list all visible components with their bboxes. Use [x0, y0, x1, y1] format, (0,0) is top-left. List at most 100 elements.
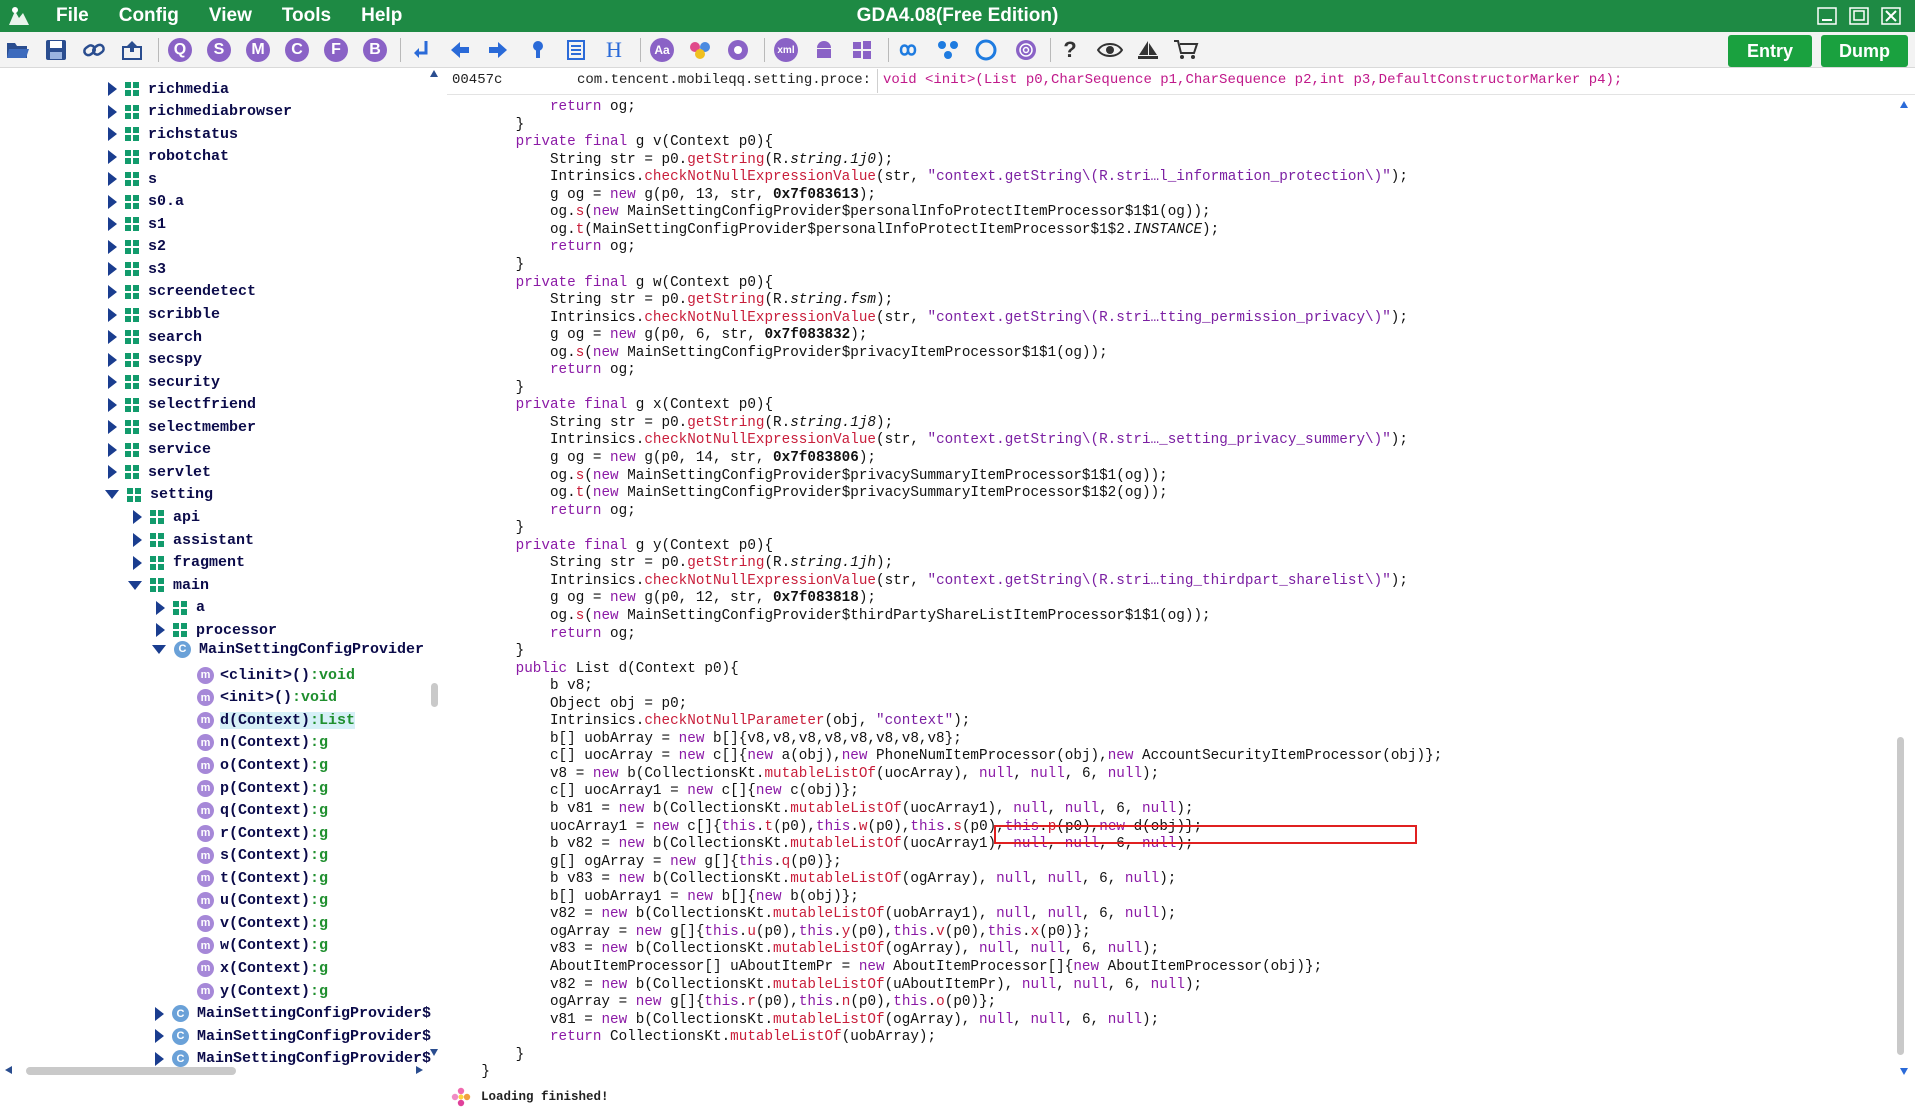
tree-item-package[interactable]: a — [156, 597, 205, 619]
code-line[interactable]: v81 = new b(CollectionsKt.mutableListOf(… — [447, 1011, 1159, 1029]
menu-help[interactable]: Help — [361, 0, 402, 32]
code-line[interactable]: private final g x(Context p0){ — [447, 396, 773, 414]
dump-button[interactable]: Dump — [1821, 35, 1908, 67]
close-icon[interactable] — [1881, 7, 1901, 25]
code-line[interactable]: b v81 = new b(CollectionsKt.mutableListO… — [447, 800, 1194, 818]
code-line[interactable]: g og = new g(p0, 6, str, 0x7f083832); — [447, 326, 867, 344]
expand-arrow-icon[interactable] — [108, 420, 117, 435]
expand-arrow-icon[interactable] — [108, 239, 117, 254]
code-line[interactable]: v82 = new b(CollectionsKt.mutableListOf(… — [447, 905, 1176, 923]
menu-config[interactable]: Config — [119, 0, 179, 32]
bookmark-icon[interactable]: B — [361, 36, 389, 64]
goto-entry-icon[interactable] — [408, 36, 436, 64]
code-line[interactable]: og.s(new MainSettingConfigProvider$priva… — [447, 467, 1168, 485]
code-scroll-down-icon[interactable] — [1899, 1066, 1909, 1076]
tree-item-inner-class[interactable]: C MainSettingConfigProvider$ — [155, 1025, 431, 1047]
code-line[interactable]: b v83 = new b(CollectionsKt.mutableListO… — [447, 870, 1176, 888]
expand-arrow-icon[interactable] — [108, 82, 117, 96]
expand-arrow-icon[interactable] — [108, 284, 117, 299]
collapse-arrow-icon[interactable] — [152, 644, 166, 654]
code-line[interactable]: } — [447, 1046, 525, 1064]
fingerprint-icon[interactable] — [1012, 36, 1040, 64]
code-vscroll-thumb[interactable] — [1897, 737, 1904, 1055]
code-line[interactable]: Intrinsics.checkNotNullExpressionValue(s… — [447, 309, 1408, 327]
code-line[interactable]: return og; — [447, 502, 636, 520]
infinity-icon[interactable] — [894, 36, 922, 64]
tree-item-package[interactable]: richstatus — [108, 123, 238, 145]
tree-item-package[interactable]: scribble — [108, 304, 220, 326]
expand-arrow-icon[interactable] — [108, 307, 117, 322]
minimize-icon[interactable] — [1817, 7, 1837, 25]
expand-arrow-icon[interactable] — [108, 262, 117, 277]
expand-arrow-icon[interactable] — [156, 600, 165, 615]
tree-item-method[interactable]: m t(Context):g — [197, 867, 328, 889]
code-line[interactable]: String str = p0.getString(R.string.1j0); — [447, 151, 893, 169]
code-line[interactable]: og.t(MainSettingConfigProvider$personalI… — [447, 221, 1219, 239]
tree-item-package[interactable]: richmediabrowser — [108, 101, 292, 123]
expand-arrow-icon[interactable] — [108, 149, 117, 164]
tree-item-method[interactable]: m o(Context):g — [197, 755, 328, 777]
code-line[interactable]: g[] ogArray = new g[]{this.q(p0)}; — [447, 853, 842, 871]
collapse-arrow-icon[interactable] — [105, 490, 119, 500]
tree-item-method[interactable]: m s(Context):g — [197, 845, 328, 867]
tree-item-package[interactable]: s2 — [108, 236, 166, 258]
string-icon[interactable]: S — [205, 36, 233, 64]
scroll-up-icon[interactable] — [429, 69, 439, 79]
code-line[interactable]: g og = new g(p0, 14, str, 0x7f083806); — [447, 449, 876, 467]
maximize-icon[interactable] — [1849, 7, 1869, 25]
code-scroll-up-icon[interactable] — [1899, 100, 1909, 110]
tree-item-package[interactable]: selectmember — [108, 416, 256, 438]
expand-arrow-icon[interactable] — [108, 104, 117, 119]
tree-item-package[interactable]: s3 — [108, 258, 166, 280]
code-line[interactable]: } — [447, 642, 525, 660]
method-icon[interactable]: M — [244, 36, 272, 64]
tree-item-inner-class[interactable]: C MainSettingConfigProvider$ — [155, 1003, 431, 1025]
forward-arrow-icon[interactable] — [484, 36, 512, 64]
code-line[interactable]: g og = new g(p0, 12, str, 0x7f083818); — [447, 589, 876, 607]
code-line[interactable]: return og; — [447, 361, 636, 379]
code-line[interactable]: private final g w(Context p0){ — [447, 274, 773, 292]
scroll-left-icon[interactable] — [4, 1065, 14, 1075]
code-line[interactable]: return og; — [447, 625, 636, 643]
expand-arrow-icon[interactable] — [108, 465, 117, 480]
code-line[interactable]: public List d(Context p0){ — [447, 660, 739, 678]
expand-arrow-icon[interactable] — [108, 352, 117, 367]
settings-gear-icon[interactable] — [724, 36, 752, 64]
tree-item-package[interactable]: security — [108, 371, 220, 393]
tree-vscroll-thumb[interactable] — [431, 683, 438, 707]
expand-arrow-icon[interactable] — [108, 217, 117, 232]
hex-icon[interactable]: H — [600, 36, 628, 64]
code-line[interactable]: private final g y(Context p0){ — [447, 537, 773, 555]
menu-view[interactable]: View — [209, 0, 252, 32]
code-line[interactable]: b[] uobArray1 = new b[]{new b(obj)}; — [447, 888, 859, 906]
code-vertical-scrollbar[interactable] — [1893, 96, 1915, 1080]
code-line[interactable]: ogArray = new g[]{this.r(p0),this.n(p0),… — [447, 993, 996, 1011]
code-view[interactable]: return og; } private final g v(Context p… — [443, 96, 1893, 1080]
expand-arrow-icon[interactable] — [156, 623, 165, 638]
class-path-field[interactable]: com.tencent.mobileqq.setting.proce: — [573, 69, 878, 93]
export-icon[interactable] — [118, 36, 146, 64]
code-line[interactable]: return og; — [447, 98, 636, 116]
code-line[interactable]: return og; — [447, 238, 636, 256]
expand-arrow-icon[interactable] — [108, 397, 117, 412]
tree-item-package[interactable]: robotchat — [108, 146, 229, 168]
tree-item-package[interactable]: assistant — [133, 529, 254, 551]
code-line[interactable]: g og = new g(p0, 13, str, 0x7f083613); — [447, 186, 876, 204]
code-line[interactable]: String str = p0.getString(R.string.1jh); — [447, 554, 893, 572]
tree-vertical-scrollbar[interactable] — [427, 69, 441, 1059]
tree-item-method[interactable]: m x(Context):g — [197, 957, 328, 979]
open-folder-icon[interactable] — [4, 36, 32, 64]
code-line[interactable]: og.s(new MainSettingConfigProvider$third… — [447, 607, 1211, 625]
code-line[interactable]: b[] uobArray = new b[]{v8,v8,v8,v8,v8,v8… — [447, 730, 962, 748]
code-line[interactable]: Object obj = p0; — [447, 695, 687, 713]
tree-item-class[interactable]: C MainSettingConfigProvider — [152, 638, 424, 660]
graph-icon[interactable] — [934, 36, 962, 64]
tree-item-package[interactable]: service — [108, 439, 211, 461]
tree-item-method[interactable]: m <clinit>():void — [197, 664, 355, 686]
tree-item-method[interactable]: m u(Context):g — [197, 890, 328, 912]
code-line[interactable]: og.s(new MainSettingConfigProvider$priva… — [447, 344, 1108, 362]
menu-file[interactable]: File — [56, 0, 89, 32]
code-line[interactable]: ogArray = new g[]{this.u(p0),this.y(p0),… — [447, 923, 1091, 941]
windows-icon[interactable] — [848, 36, 876, 64]
tree-item-package[interactable]: s0.a — [108, 191, 184, 213]
